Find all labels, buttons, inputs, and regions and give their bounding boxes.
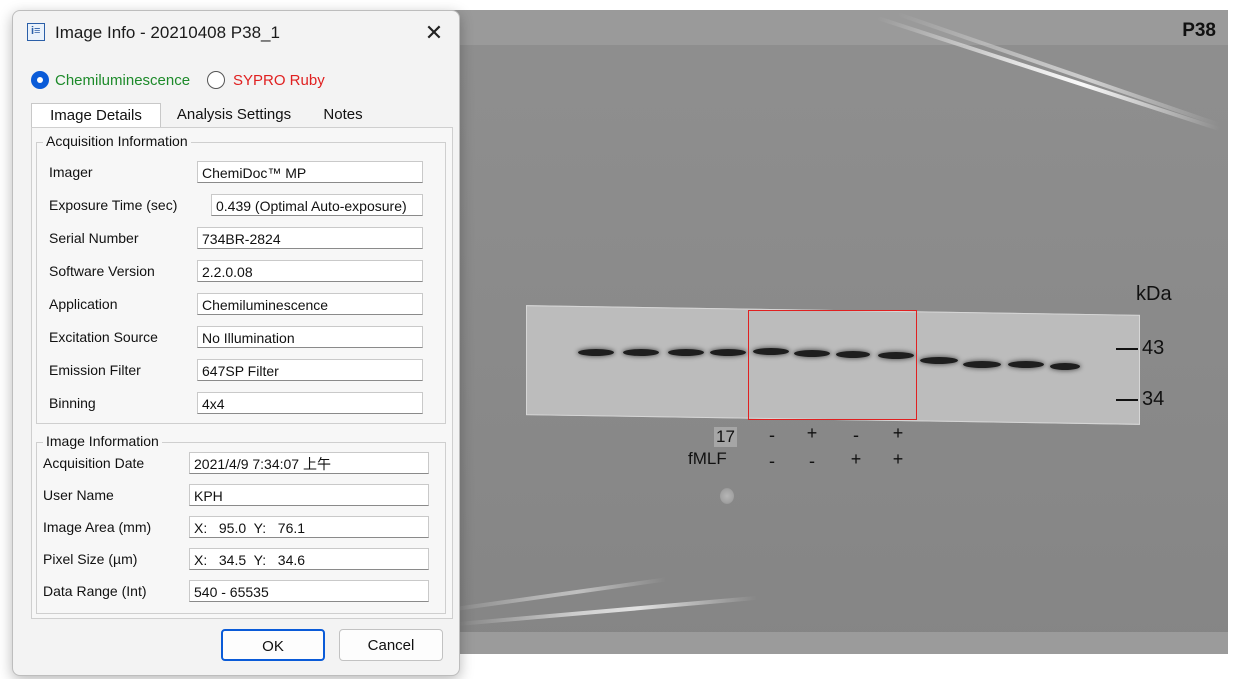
sign-fmlf-lane2: - [809,451,815,471]
acquisition-information-group: Acquisition Information Imager ChemiDoc™… [36,133,446,424]
excitation-source-field[interactable]: No Illumination [197,326,423,348]
software-version-label: Software Version [49,263,155,279]
application-label: Application [49,296,118,312]
serial-number-field[interactable]: 734BR-2824 [197,227,423,249]
image-info-dialog: i≡ Image Info - 20210408 P38_1 ✕ Chemilu… [12,10,460,676]
kda-label: kDa [1136,283,1172,305]
marker-43-label: 43 [1142,337,1165,359]
sign-17-lane3: - [853,425,859,445]
band [963,361,1001,368]
emission-filter-field[interactable]: 647SP Filter [197,359,423,381]
imager-label: Imager [49,164,93,180]
radio-chemiluminescence-label[interactable]: Chemiluminescence [55,72,190,89]
membrane-speck [720,488,734,504]
emission-filter-label: Emission Filter [49,362,141,378]
band [623,349,659,356]
image-information-title: Image Information [43,433,162,449]
binning-field[interactable]: 4x4 [197,392,423,414]
band [920,357,958,364]
pixel-size-label: Pixel Size (µm) [43,551,138,567]
band [578,349,614,356]
marker-tick-34 [1116,399,1138,401]
sign-17-lane1: - [769,425,775,445]
acquisition-date-label: Acquisition Date [43,455,145,471]
title-bar[interactable]: i≡ Image Info - 20210408 P38_1 ✕ [13,11,459,55]
sign-fmlf-lane1: - [769,451,775,471]
exposure-time-label: Exposure Time (sec) [49,197,178,213]
serial-number-label: Serial Number [49,230,139,246]
image-details-panel: Acquisition Information Imager ChemiDoc™… [31,127,453,619]
sign-17-lane2: + [806,423,818,443]
data-range-field[interactable]: 540 - 65535 [189,580,429,602]
tab-image-details[interactable]: Image Details [31,103,161,128]
data-range-label: Data Range (Int) [43,583,147,599]
treatment-17-label: 17 [714,427,737,447]
tab-analysis-settings[interactable]: Analysis Settings [169,103,299,127]
image-information-group: Image Information Acquisition Date 2021/… [36,433,446,614]
pixel-size-field[interactable]: X: 34.5 Y: 34.6 [189,548,429,570]
gel-top-strip [448,10,1228,45]
marker-34-label: 34 [1142,388,1165,410]
user-name-label: User Name [43,487,114,503]
cancel-button[interactable]: Cancel [339,629,443,661]
gel-bottom-strip [448,632,1228,654]
band [1050,363,1080,370]
radio-sypro-ruby[interactable] [207,71,225,89]
radio-chemiluminescence[interactable] [31,71,49,89]
marker-tick-43 [1116,348,1138,350]
sign-fmlf-lane4: + [892,449,904,469]
gel-image: P38 kDa 43 34 17 fMLF - + - + - - + + [448,10,1228,654]
application-field[interactable]: Chemiluminescence [197,293,423,315]
user-name-field[interactable]: KPH [189,484,429,506]
dialog-title: Image Info - 20210408 P38_1 [55,23,280,42]
band [668,349,704,356]
sign-17-lane4: + [892,423,904,443]
info-window-icon: i≡ [27,23,45,41]
acquisition-information-title: Acquisition Information [43,133,191,149]
close-icon[interactable]: ✕ [421,20,447,46]
highlight-box [748,310,917,420]
tab-notes[interactable]: Notes [313,103,373,127]
software-version-field[interactable]: 2.2.0.08 [197,260,423,282]
acquisition-date-field[interactable]: 2021/4/9 7:34:07 上午 [189,452,429,474]
treatment-fmlf-label: fMLF [688,449,727,468]
image-area-field[interactable]: X: 95.0 Y: 76.1 [189,516,429,538]
exposure-time-field[interactable]: 0.439 (Optimal Auto-exposure) [211,194,423,216]
band [710,349,746,356]
band [1008,361,1044,368]
sign-fmlf-lane3: + [850,449,862,469]
excitation-source-label: Excitation Source [49,329,158,345]
radio-sypro-ruby-label[interactable]: SYPRO Ruby [233,72,325,89]
protein-label: P38 [1182,20,1216,41]
ok-button[interactable]: OK [221,629,325,661]
imager-field[interactable]: ChemiDoc™ MP [197,161,423,183]
binning-label: Binning [49,395,96,411]
image-area-label: Image Area (mm) [43,519,152,535]
